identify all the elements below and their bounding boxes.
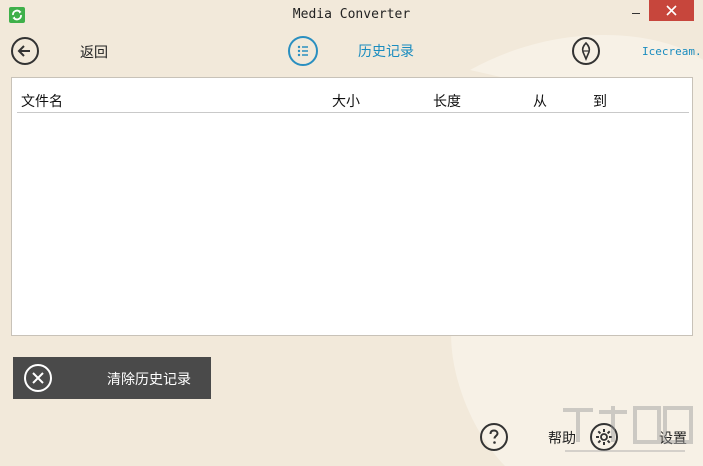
- history-button[interactable]: [288, 36, 318, 66]
- window-title: Media Converter: [292, 7, 411, 22]
- close-icon: [666, 5, 677, 16]
- list-icon: [297, 45, 308, 57]
- icecream-button[interactable]: [572, 37, 600, 65]
- back-label[interactable]: 返回: [80, 42, 108, 62]
- clear-history-button[interactable]: 清除历史记录: [13, 357, 211, 399]
- brand-link[interactable]: Icecream...: [642, 45, 703, 58]
- icecream-icon: [581, 41, 591, 62]
- close-circle-icon: [24, 364, 52, 392]
- watermark-logo: [563, 406, 693, 452]
- minimize-button[interactable]: [630, 4, 644, 18]
- column-header-to[interactable]: 到: [593, 91, 607, 111]
- back-button[interactable]: [11, 37, 39, 65]
- question-icon: [489, 429, 499, 444]
- column-header-from[interactable]: 从: [533, 91, 547, 111]
- help-button[interactable]: [480, 423, 508, 451]
- column-header-size[interactable]: 大小: [332, 91, 360, 111]
- clear-history-label: 清除历史记录: [107, 372, 191, 388]
- header-divider: [17, 112, 689, 113]
- close-button[interactable]: [649, 0, 694, 21]
- title-bar: Media Converter: [0, 0, 703, 30]
- history-label[interactable]: 历史记录: [358, 41, 414, 61]
- column-header-filename[interactable]: 文件名: [21, 91, 63, 111]
- column-header-length[interactable]: 长度: [433, 91, 461, 111]
- history-table: 文件名 大小 长度 从 到: [11, 77, 693, 336]
- arrow-left-icon: [17, 45, 30, 57]
